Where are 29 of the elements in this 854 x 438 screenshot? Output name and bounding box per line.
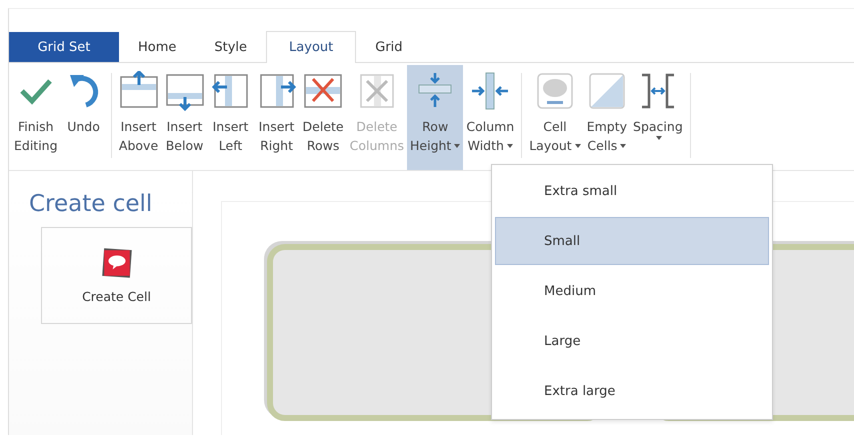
ribbon-tab[interactable]: Layout: [266, 31, 356, 63]
app-tab[interactable]: Grid Set: [9, 32, 119, 62]
menu-item[interactable]: Extra large: [495, 367, 769, 415]
ribbon-button[interactable]: Insert Below: [162, 65, 208, 170]
ribbon-button[interactable]: Undo: [60, 65, 107, 170]
ribbon-button[interactable]: Insert Above: [116, 65, 162, 170]
ribbon-button[interactable]: Empty Cells: [584, 65, 630, 170]
ribbon-button[interactable]: Column Width: [463, 65, 518, 170]
ribbon-tab[interactable]: Grid: [356, 31, 422, 62]
ribbon-button[interactable]: Insert Left: [208, 65, 254, 170]
menu-item[interactable]: Extra small: [495, 167, 769, 215]
ribbon-button[interactable]: Spacing: [630, 65, 686, 170]
cell-layout-icon: [534, 71, 575, 111]
ribbon-tab[interactable]: Home: [119, 31, 196, 62]
ribbon-button[interactable]: Cell Layout: [526, 65, 584, 170]
menu-item[interactable]: Small: [495, 217, 769, 265]
ribbon-button[interactable]: Delete Rows: [300, 65, 347, 170]
panel-heading: Create cell: [29, 191, 154, 217]
ribbon-button[interactable]: Insert Right: [254, 65, 300, 170]
create-cell-button[interactable]: Create Cell: [41, 227, 192, 324]
empty-cells-icon: [586, 71, 627, 111]
ribbon-tab[interactable]: Style: [195, 31, 266, 62]
menu-item[interactable]: Medium: [495, 267, 769, 315]
column-width-icon: [470, 71, 510, 111]
ribbon-button[interactable]: Finish Editing: [11, 65, 61, 170]
menu-item[interactable]: Large: [495, 317, 769, 365]
insert-above-icon: [118, 71, 159, 111]
speech-bubble-icon: [100, 247, 132, 279]
ribbon-button[interactable]: Row Height: [407, 65, 464, 170]
